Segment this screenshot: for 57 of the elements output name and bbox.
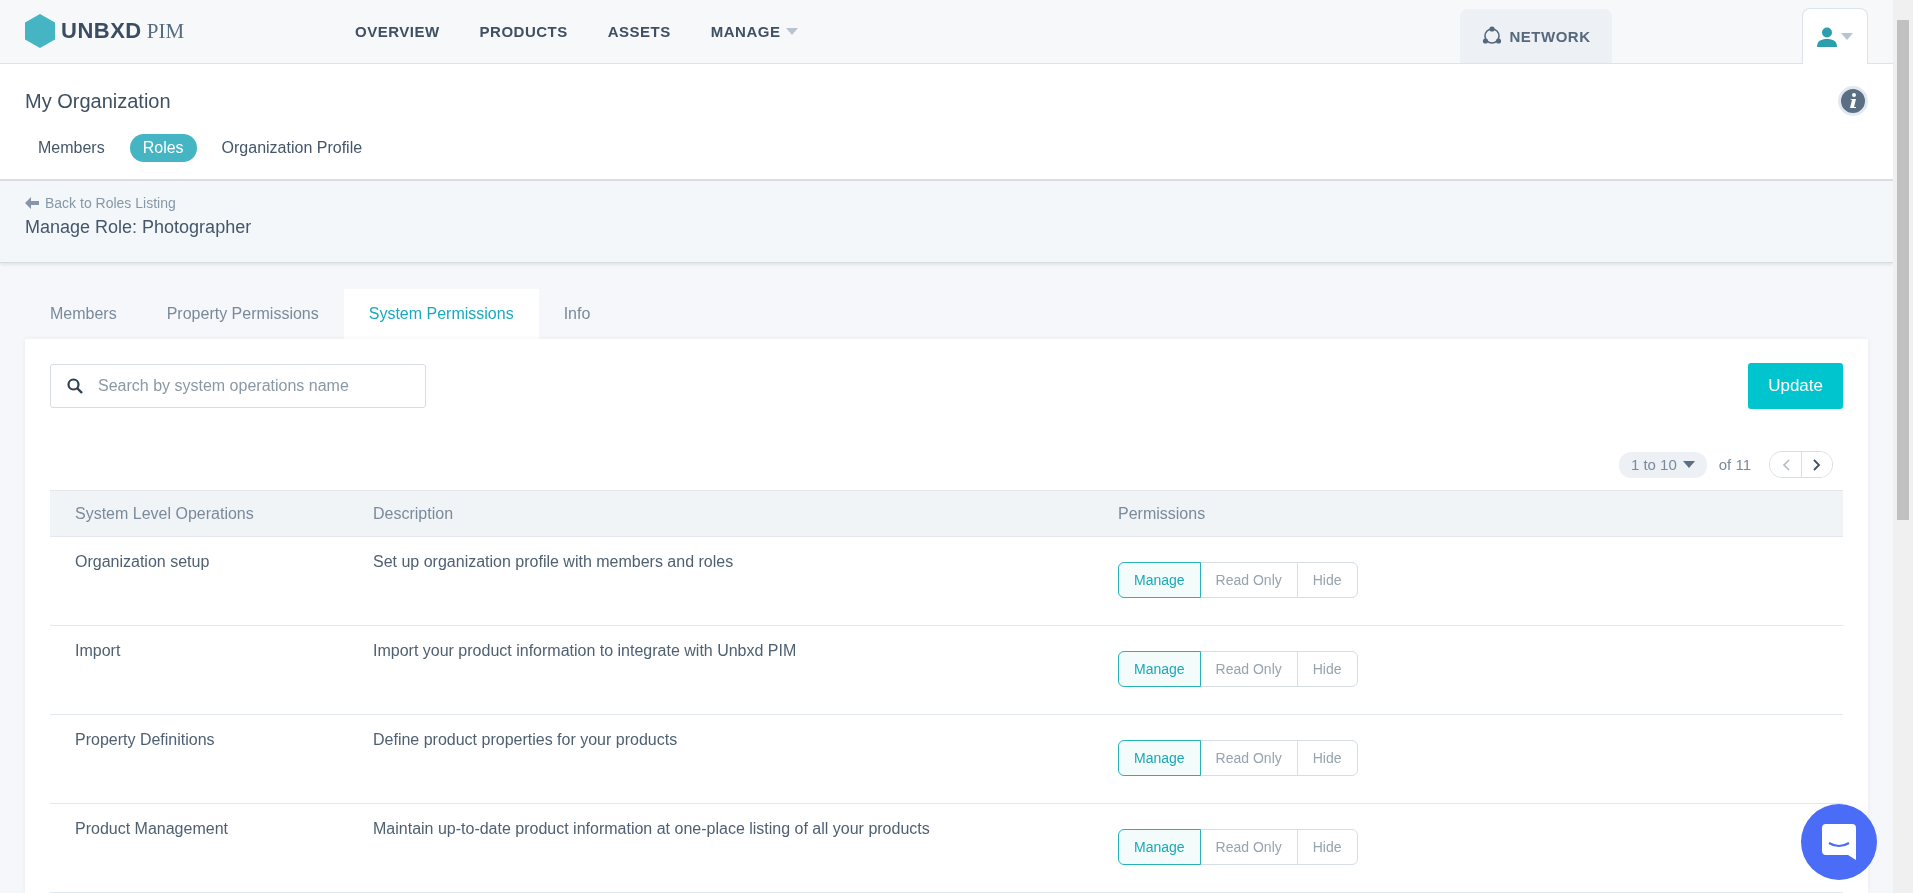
permission-option[interactable]: Hide: [1296, 651, 1358, 687]
network-icon: [1481, 26, 1502, 46]
user-icon: [1817, 26, 1837, 47]
permission-option[interactable]: Hide: [1296, 829, 1358, 865]
operation-cell-text: Product Management: [75, 819, 229, 838]
update-button[interactable]: Update: [1748, 363, 1843, 409]
page-title: My Organization: [25, 89, 171, 113]
info-icon[interactable]: [1838, 86, 1868, 116]
chevron-right-icon: [1813, 458, 1821, 471]
caret-icon: [1841, 33, 1853, 40]
page-range-dropdown[interactable]: 1 to 10: [1618, 451, 1707, 478]
role-tab[interactable]: Info: [538, 289, 616, 339]
role-tab[interactable]: Members: [25, 289, 142, 339]
brand-name: UNBXD: [61, 18, 142, 44]
scrollbar[interactable]: [1893, 0, 1913, 893]
operation-cell-text: Import: [75, 641, 122, 660]
permission-option[interactable]: Manage: [1118, 740, 1201, 776]
nav-link[interactable]: OVERVIEW: [355, 0, 440, 63]
back-link[interactable]: Back to Roles Listing: [25, 195, 1868, 211]
column-header: Description: [373, 504, 455, 523]
role-tab[interactable]: Property Permissions: [141, 289, 344, 339]
user-menu-button[interactable]: [1802, 8, 1868, 64]
role-tab[interactable]: System Permissions: [343, 289, 539, 339]
column-header: System Level Operations: [75, 504, 255, 523]
description-cell-text: Import your product information to integrate with Unbxd PIM: [373, 641, 798, 660]
permission-option[interactable]: Read Only: [1199, 562, 1298, 598]
role-title: Manage Role: Photographer: [25, 217, 253, 238]
arrow-left-icon: [25, 197, 39, 209]
next-page-button[interactable]: [1801, 452, 1832, 477]
permission-option[interactable]: Read Only: [1199, 829, 1298, 865]
page-total: of 11: [1718, 456, 1751, 473]
permission-option[interactable]: Manage: [1118, 829, 1201, 865]
nav-link[interactable]: MANAGE: [710, 0, 799, 63]
permission-option[interactable]: Read Only: [1199, 740, 1298, 776]
column-header: Permissions: [1118, 504, 1207, 523]
permission-option[interactable]: Manage: [1118, 651, 1201, 687]
description-cell-text: Define product properties for your products: [373, 730, 679, 749]
permission-option[interactable]: Manage: [1118, 562, 1201, 598]
nav-link[interactable]: ASSETS: [607, 0, 671, 63]
chat-icon: [1822, 824, 1856, 860]
hexagon-logo-icon: [25, 14, 55, 48]
description-cell-text: Maintain up-to-date product information at one-place listing of all your products: [373, 819, 931, 838]
permission-option[interactable]: Hide: [1296, 740, 1358, 776]
nav-link[interactable]: PRODUCTS: [479, 0, 568, 63]
description-cell-text: Set up organization profile with members and roles: [373, 552, 735, 571]
brand-suffix: PIM: [146, 18, 185, 44]
org-tab[interactable]: Members: [25, 134, 118, 162]
permission-option[interactable]: Hide: [1296, 562, 1358, 598]
org-tab[interactable]: Organization Profile: [208, 134, 376, 162]
operation-cell-text: Property Definitions: [75, 730, 216, 749]
caret-icon: [1682, 461, 1695, 468]
chevron-left-icon: [1781, 458, 1790, 471]
org-tab[interactable]: Roles: [129, 134, 197, 162]
network-tab[interactable]: NETWORK: [1460, 9, 1612, 63]
operation-cell-text: Organization setup: [75, 552, 211, 571]
search-field[interactable]: Search by system operations name: [50, 364, 426, 408]
permission-option[interactable]: Read Only: [1199, 651, 1298, 687]
